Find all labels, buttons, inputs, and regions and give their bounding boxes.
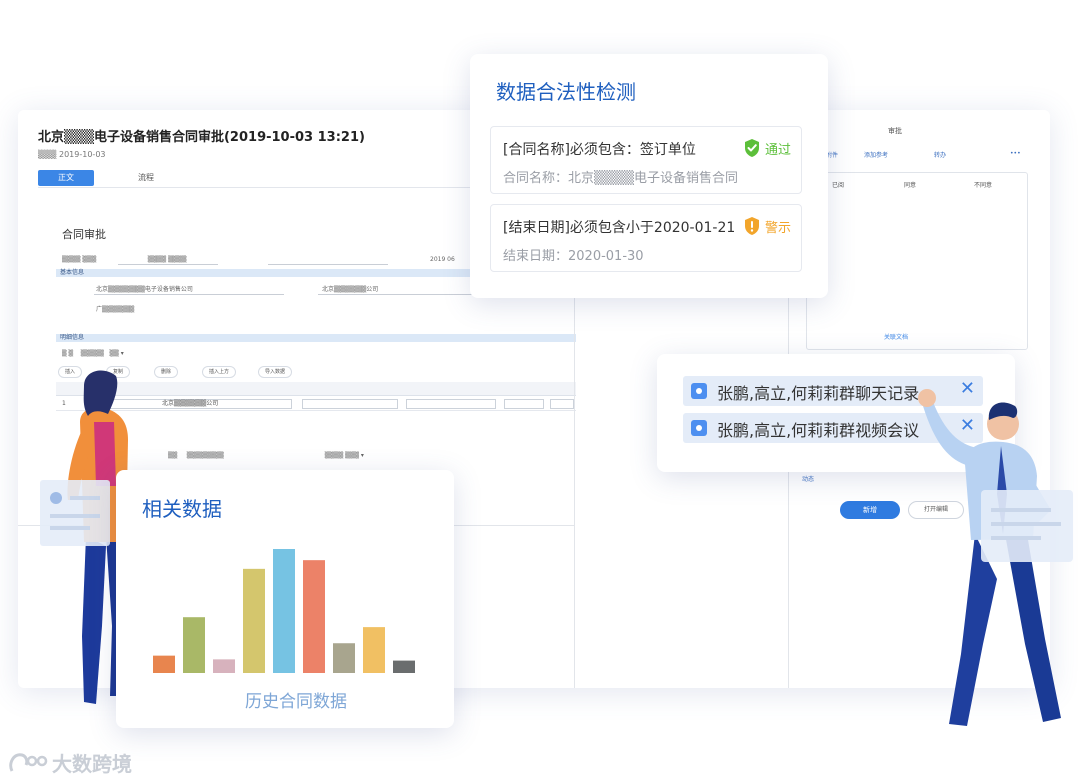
- option-agree[interactable]: 同意: [904, 180, 916, 189]
- table-cell[interactable]: [406, 399, 496, 409]
- chart-bar: [363, 627, 385, 673]
- chart-bar: [303, 560, 325, 673]
- table-cell-company: 北京▒▒▒▒▒▒▒公司: [162, 400, 219, 407]
- chart-bar: [333, 643, 355, 673]
- shield-check-icon: [744, 139, 759, 157]
- status-warn-label: 警示: [764, 220, 791, 236]
- rule-item[interactable]: [合同名称]必须包含：签订单位 合同名称：北京▒▒▒▒电子设备销售合同 通过: [490, 126, 802, 194]
- rule-item[interactable]: [结束日期]必须包含小于2020-01-21 结束日期：2020-01-30 警…: [490, 204, 802, 272]
- shield-alert-icon: [744, 217, 759, 235]
- document-subtitle: ▒▒▒ 2019-10-03: [38, 150, 106, 159]
- insert-above-button[interactable]: 插入上方: [202, 366, 237, 378]
- related-data-card: 相关数据 历史合同数据: [116, 470, 454, 728]
- legality-check-card: 数据合法性检测 [合同名称]必须包含：签订单位 合同名称：北京▒▒▒▒电子设备销…: [470, 54, 828, 298]
- address-field[interactable]: 广▒▒▒▒▒▒▒: [96, 304, 134, 313]
- approval-comment-box[interactable]: [806, 172, 1028, 350]
- form-date: 2019 06: [430, 256, 455, 263]
- column-divider: [574, 285, 575, 688]
- file-name: 张鹏,高立,何莉莉群视频会议: [717, 421, 920, 440]
- delete-button[interactable]: 删除: [154, 366, 179, 378]
- table-cell[interactable]: [302, 399, 398, 409]
- option-read[interactable]: 已阅: [832, 180, 844, 189]
- related-document-link[interactable]: 关联文档: [884, 332, 908, 341]
- stage: 北京▒▒▒电子设备销售合同审批(2019-10-03 13:21) ▒▒▒ 20…: [0, 0, 1080, 783]
- field-line: [118, 264, 218, 265]
- tab-divider: [38, 187, 478, 188]
- option-disagree[interactable]: 不同意: [974, 180, 992, 189]
- rule-title: [合同名称]必须包含：签订单位: [503, 142, 696, 158]
- video-file-icon: [691, 420, 707, 436]
- form-title: 合同审批: [62, 228, 106, 241]
- transfer-tool[interactable]: 转办: [934, 150, 946, 159]
- status-warn: 警示: [743, 216, 791, 236]
- watermark-text: 大数跨境: [52, 752, 132, 776]
- status-pass-label: 通过: [764, 142, 791, 158]
- approval-pane-title: 审批: [888, 127, 902, 135]
- chat-file-icon: [691, 383, 707, 399]
- watermark: 大数跨境: [8, 748, 132, 777]
- chart-bar: [153, 655, 175, 673]
- file-name: 张鹏,高立,何莉莉群聊天记录: [717, 384, 920, 403]
- chart-bar: [273, 549, 295, 673]
- chart-bar: [393, 660, 415, 673]
- tab-body[interactable]: 正文: [38, 170, 94, 186]
- chart-bar: [183, 617, 205, 673]
- activity-label: 动态: [802, 476, 815, 483]
- form-row-meta: ▒▒▒▒ ▒▒▒ ▒▒▒▒ ▒▒▒▒: [62, 256, 187, 263]
- rule-title: [结束日期]必须包含小于2020-01-21: [503, 220, 736, 236]
- rule-value: 合同名称：北京▒▒▒▒电子设备销售合同: [503, 171, 738, 186]
- related-card-heading: 相关数据: [142, 498, 222, 521]
- detail-extra-row: ▒▒ ▒▒▒▒▒▒▒▒ ▒▒▒▒ ▒▒▒ ▾: [168, 452, 364, 459]
- field-line: [268, 264, 388, 265]
- party-b-field[interactable]: 北京▒▒▒▒▒▒▒公司: [322, 284, 378, 293]
- table-cell[interactable]: [504, 399, 544, 409]
- add-reference-tool[interactable]: 添加参考: [864, 150, 888, 159]
- chart-bar: [243, 568, 265, 673]
- party-a-field[interactable]: 北京▒▒▒▒▒▒▒▒电子设备销售公司: [96, 284, 193, 293]
- chart-caption: 历史合同数据: [245, 692, 347, 711]
- document-title: 北京▒▒▒电子设备销售合同审批(2019-10-03 13:21): [38, 130, 365, 145]
- logo-icon: [9, 752, 48, 772]
- field-line: [94, 294, 284, 295]
- more-icon[interactable]: •••: [1010, 150, 1021, 157]
- chart-bar: [213, 659, 235, 673]
- new-button[interactable]: 新增: [840, 501, 900, 519]
- status-pass: 通过: [743, 138, 791, 158]
- rule-value: 结束日期：2020-01-30: [503, 249, 644, 264]
- import-data-button[interactable]: 导入数据: [258, 366, 293, 378]
- tab-flow[interactable]: 流程: [118, 170, 174, 186]
- man-illustration: [918, 389, 1073, 726]
- table-cell[interactable]: [550, 399, 574, 409]
- detail-filter[interactable]: ▒ ▒ ▒▒▒▒▒ ▒▒ ▾: [62, 350, 124, 357]
- legality-card-heading: 数据合法性检测: [496, 80, 636, 104]
- section-detail: 明细信息: [56, 334, 576, 342]
- history-bar-chart: 相关数据 历史合同数据: [142, 498, 415, 711]
